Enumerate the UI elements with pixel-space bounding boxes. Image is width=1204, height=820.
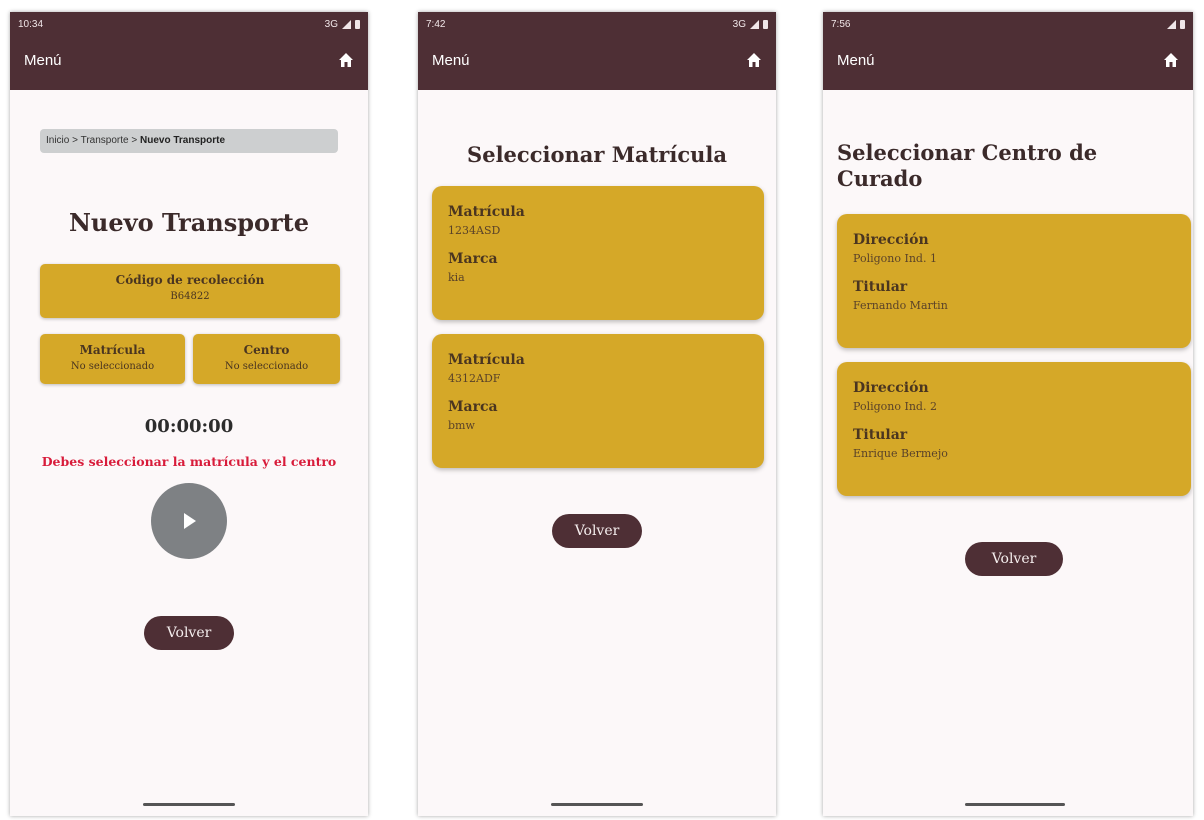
- card-value: kia: [448, 271, 465, 284]
- collection-code-box: Código de recolección B64822: [40, 264, 340, 318]
- card-key: Matrícula: [448, 204, 525, 220]
- card-value: Enrique Bermejo: [853, 447, 948, 460]
- matricula-value: No seleccionado: [70, 361, 155, 372]
- gesture-bar[interactable]: [551, 803, 643, 806]
- warning-message: Debes seleccionar la matrícula y el cent…: [41, 454, 337, 469]
- menu-button[interactable]: Menú: [24, 52, 62, 69]
- signal-icon: [750, 19, 759, 29]
- card-key: Titular: [853, 427, 908, 443]
- card-key: Marca: [448, 251, 498, 267]
- status-network: 3G: [732, 18, 746, 30]
- breadcrumb-separator: >: [131, 135, 138, 146]
- matricula-selector[interactable]: Matrícula No seleccionado: [40, 334, 185, 384]
- battery-icon: [1180, 19, 1185, 29]
- battery-icon: [763, 19, 768, 29]
- back-button[interactable]: Volver: [965, 542, 1063, 576]
- signal-icon: [342, 19, 351, 29]
- breadcrumb-inicio[interactable]: Inicio: [46, 135, 69, 146]
- phone-screen-seleccionar-centro: 7:56 Menú Seleccionar Centro de Curado D…: [823, 12, 1193, 816]
- card-value: Poligono Ind. 1: [853, 252, 937, 265]
- centro-card[interactable]: Dirección Poligono Ind. 2 Titular Enriqu…: [837, 362, 1191, 496]
- gesture-bar[interactable]: [965, 803, 1065, 806]
- centro-label: Centro: [243, 343, 290, 357]
- card-key: Titular: [853, 279, 908, 295]
- breadcrumb-separator: >: [72, 135, 78, 146]
- home-icon[interactable]: [338, 52, 354, 68]
- page-title: Seleccionar Centro de Curado: [837, 140, 1098, 191]
- phone-screen-nuevo-transporte: 10:34 3G Menú Inicio > Transporte > Nuev…: [10, 12, 368, 816]
- collection-code-label: Código de recolección: [115, 273, 265, 287]
- home-icon[interactable]: [1163, 52, 1179, 68]
- app-bar: 7:56 Menú: [823, 12, 1193, 90]
- breadcrumb-transporte[interactable]: Transporte: [81, 135, 129, 146]
- centro-card[interactable]: Dirección Poligono Ind. 1 Titular Fernan…: [837, 214, 1191, 348]
- play-button[interactable]: [151, 483, 227, 559]
- status-bar: 7:42 3G: [426, 16, 768, 32]
- card-value: 1234ASD: [448, 224, 501, 237]
- card-key: Dirección: [853, 232, 929, 248]
- menu-button[interactable]: Menú: [432, 52, 470, 69]
- status-bar: 10:34 3G: [18, 16, 360, 32]
- status-bar: 7:56: [831, 16, 1185, 32]
- status-network: 3G: [324, 18, 338, 30]
- collection-code-value: B64822: [170, 291, 210, 302]
- card-value: bmw: [448, 419, 475, 432]
- back-button[interactable]: Volver: [144, 616, 234, 650]
- card-value: Poligono Ind. 2: [853, 400, 937, 413]
- card-key: Marca: [448, 399, 498, 415]
- page-title: Seleccionar Matrícula: [467, 142, 727, 167]
- card-key: Matrícula: [448, 352, 525, 368]
- matricula-card[interactable]: Matrícula 4312ADF Marca bmw: [432, 334, 764, 468]
- battery-icon: [355, 19, 360, 29]
- centro-selector[interactable]: Centro No seleccionado: [193, 334, 340, 384]
- gesture-bar[interactable]: [143, 803, 235, 806]
- card-value: Fernando Martin: [853, 299, 948, 312]
- breadcrumb-current: Nuevo Transporte: [139, 135, 226, 146]
- matricula-label: Matrícula: [79, 343, 146, 357]
- status-time: 7:42: [426, 18, 446, 30]
- timer-display: 00:00:00: [144, 416, 234, 437]
- phone-screen-seleccionar-matricula: 7:42 3G Menú Seleccionar Matrícula Matrí…: [418, 12, 776, 816]
- card-value: 4312ADF: [448, 372, 501, 385]
- menu-button[interactable]: Menú: [837, 52, 875, 69]
- signal-icon: [1167, 19, 1176, 29]
- app-bar: 10:34 3G Menú: [10, 12, 368, 90]
- page-title: Nuevo Transporte: [68, 208, 310, 237]
- matricula-card[interactable]: Matrícula 1234ASD Marca kia: [432, 186, 764, 320]
- status-time: 7:56: [831, 18, 851, 30]
- app-bar: 7:42 3G Menú: [418, 12, 776, 90]
- centro-value: No seleccionado: [224, 361, 309, 372]
- card-key: Dirección: [853, 380, 929, 396]
- breadcrumb: Inicio > Transporte > Nuevo Transporte: [40, 129, 338, 153]
- play-icon: [184, 513, 196, 529]
- back-button[interactable]: Volver: [552, 514, 642, 548]
- home-icon[interactable]: [746, 52, 762, 68]
- status-time: 10:34: [18, 18, 44, 30]
